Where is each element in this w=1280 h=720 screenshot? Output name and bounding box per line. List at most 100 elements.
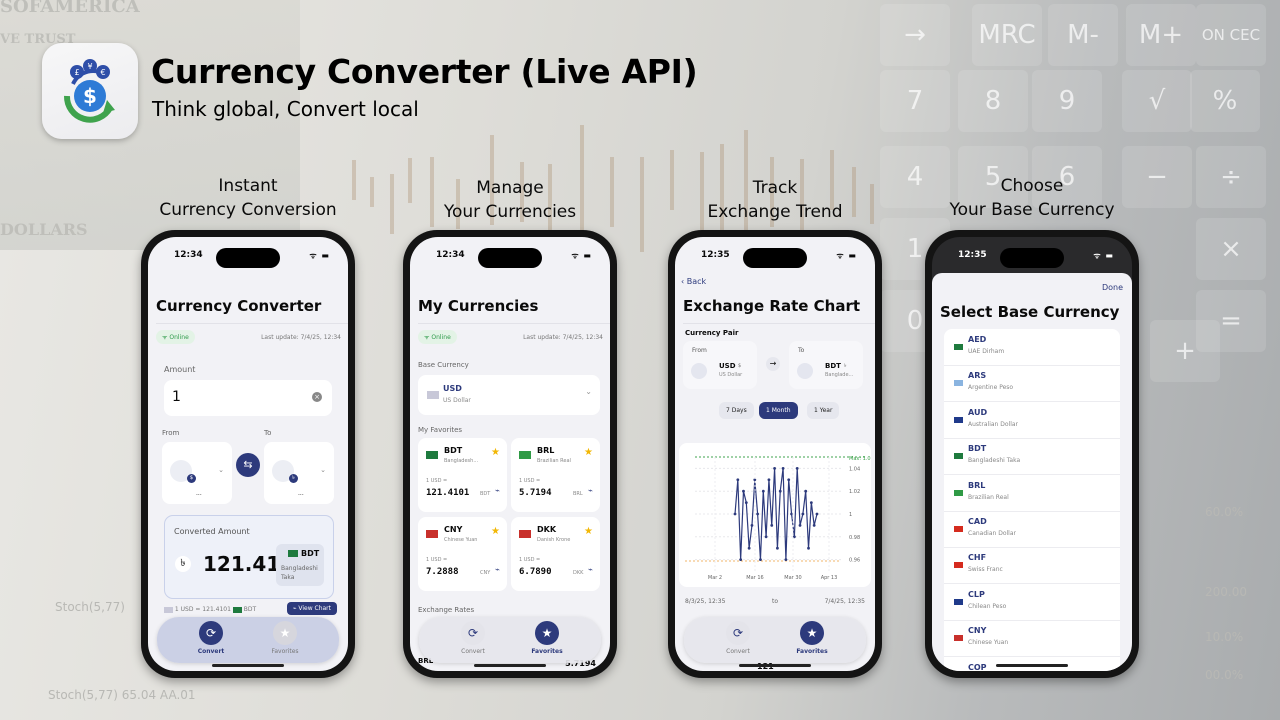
data-point bbox=[764, 535, 768, 539]
status-icons: ᯤ ▬ bbox=[836, 251, 857, 260]
to-currency-picker[interactable]: ৳ ... ⌄ bbox=[264, 442, 334, 504]
dynamic-island bbox=[478, 248, 542, 268]
from-currency-picker[interactable]: $ ... ⌄ bbox=[162, 442, 232, 504]
currency-row[interactable]: CNY Chinese Yuan bbox=[944, 620, 1120, 658]
caption-line: Your Base Currency bbox=[949, 200, 1115, 220]
calculator-key: 7 bbox=[880, 70, 950, 132]
data-point bbox=[733, 512, 737, 516]
base-currency-selector[interactable]: USD US Dollar ⌄ bbox=[418, 375, 600, 415]
currency-row[interactable]: CHF Swiss Franc bbox=[944, 547, 1120, 585]
currency-code: CAD bbox=[968, 517, 987, 526]
from-currency-box[interactable]: From USD $ US Dollar bbox=[683, 341, 757, 389]
tab-favorites[interactable]: ★ Favorites bbox=[782, 621, 842, 655]
brl-flag-icon bbox=[519, 451, 531, 459]
fav-rate-label: 1 USD = bbox=[426, 478, 448, 484]
data-point bbox=[781, 467, 785, 470]
currency-row[interactable]: BDT Bangladeshi Taka bbox=[944, 438, 1120, 476]
currency-name: Brazilian Real bbox=[968, 493, 1009, 501]
to-currency-box[interactable]: To BDT ৳ Banglade... bbox=[789, 341, 863, 389]
tab-convert[interactable]: ⟳ Convert bbox=[443, 621, 503, 655]
data-point bbox=[736, 478, 740, 482]
fav-name: Bangladesh... bbox=[444, 458, 479, 464]
range-button[interactable]: 1 Month bbox=[759, 402, 798, 419]
to-code: BDT bbox=[825, 362, 841, 370]
data-point bbox=[809, 501, 813, 504]
tab-favorites[interactable]: ★ Favorites bbox=[255, 621, 315, 655]
view-chart-button[interactable]: ⌁ View Chart bbox=[286, 602, 337, 615]
fav-code: CNY bbox=[444, 525, 463, 534]
exchange-rates-label: Exchange Rates bbox=[418, 606, 475, 614]
caption-line: Exchange Trend bbox=[707, 202, 843, 222]
converted-amount-card: Converted Amount ৳ 121.41 BDT Bangladesh… bbox=[164, 515, 334, 599]
currency-code: COP bbox=[968, 662, 987, 671]
data-point bbox=[778, 489, 782, 493]
star-icon[interactable]: ★ bbox=[491, 447, 500, 458]
favorite-card[interactable]: DKK Danish Krone ★ 1 USD = 6.7890 DKK ⌁ bbox=[511, 517, 600, 591]
rate-line: 1 USD = 121.4101 BDT bbox=[164, 606, 256, 613]
currency-code: ARS bbox=[968, 371, 987, 381]
currency-row[interactable]: AED UAE Dirham bbox=[944, 329, 1120, 366]
fav-unit: BRL bbox=[573, 491, 583, 497]
currency-row[interactable]: CAD Canadian Dollar bbox=[944, 511, 1120, 548]
currency-row[interactable]: AUD Australian Dollar bbox=[944, 402, 1120, 439]
bg-number: 00.0% bbox=[1205, 668, 1244, 682]
data-point bbox=[815, 512, 819, 516]
chart-icon[interactable]: ⌁ bbox=[588, 486, 593, 495]
tab-favorites[interactable]: ★ Favorites bbox=[517, 621, 577, 655]
currency-row[interactable]: BRL Brazilian Real bbox=[944, 475, 1120, 512]
currency-row[interactable]: CLP Chilean Peso bbox=[944, 584, 1120, 621]
currency-code: AED bbox=[968, 335, 987, 344]
star-icon[interactable]: ★ bbox=[584, 447, 593, 458]
tab-convert[interactable]: ⟳ Convert bbox=[181, 621, 241, 655]
range-button[interactable]: 1 Year bbox=[807, 402, 840, 419]
clp-flag-icon bbox=[954, 598, 963, 605]
caption-line: Your Currencies bbox=[443, 202, 577, 222]
last-update: Last update: 7/4/25, 12:34 bbox=[261, 334, 341, 341]
done-button[interactable]: Done bbox=[1102, 283, 1123, 292]
favorite-card[interactable]: CNY Chinese Yuan ★ 1 USD = 7.2888 CNY ⌁ bbox=[418, 517, 507, 591]
phone-exchange-chart: 12:35 ᯤ ▬ ‹ Back Exchange Rate Chart Cur… bbox=[668, 230, 882, 678]
date-to: 7/4/25, 12:35 bbox=[824, 598, 865, 605]
favorite-card[interactable]: BDT Bangladesh... ★ 1 USD = 121.4101 BDT ⌁ bbox=[418, 438, 507, 512]
tab-convert[interactable]: ⟳ Convert bbox=[708, 621, 768, 655]
favorite-card[interactable]: BRL Brazilian Real ★ 1 USD = 5.7194 BRL ⌁ bbox=[511, 438, 600, 512]
clear-icon[interactable]: × bbox=[312, 392, 322, 402]
x-tick-label: Mar 2 bbox=[708, 575, 722, 581]
phone-select-base: 12:35 ᯤ ▬ Done Select Base Currency AED U… bbox=[925, 230, 1139, 678]
amount-input[interactable]: 1 × bbox=[164, 380, 332, 416]
caption-1: Instant Currency Conversion bbox=[118, 174, 378, 222]
chart-icon[interactable]: ⌁ bbox=[495, 486, 500, 495]
back-button[interactable]: ‹ Back bbox=[681, 277, 706, 286]
bg-number: 60.0% bbox=[1205, 505, 1244, 519]
calculator-key: 9 bbox=[1032, 70, 1102, 132]
range-button[interactable]: 7 Days bbox=[719, 402, 754, 419]
bdt-flag-icon bbox=[954, 453, 963, 460]
date-from: 8/3/25, 12:35 bbox=[685, 598, 726, 605]
star-icon[interactable]: ★ bbox=[491, 526, 500, 537]
chart-icon[interactable]: ⌁ bbox=[495, 565, 500, 574]
tab-label: Favorites bbox=[271, 648, 299, 655]
fav-code: DKK bbox=[537, 525, 557, 534]
phone-screen: 12:35 ᯤ ▬ Done Select Base Currency AED U… bbox=[932, 237, 1132, 671]
status-icons: ᯤ ▬ bbox=[1093, 251, 1114, 260]
fav-unit: BDT bbox=[480, 491, 491, 497]
star-icon[interactable]: ★ bbox=[584, 526, 593, 537]
calculator-key: × bbox=[1196, 218, 1266, 280]
data-point bbox=[795, 467, 799, 470]
calculator-key: ON CEC bbox=[1196, 4, 1266, 66]
us-flag-icon bbox=[427, 391, 439, 399]
status-time: 12:35 bbox=[958, 250, 987, 260]
to-symbol: ৳ bbox=[844, 363, 847, 369]
from-symbol: $ bbox=[738, 363, 742, 369]
base-currency-label: Base Currency bbox=[418, 361, 469, 369]
note-text: SOFAMERICA bbox=[0, 0, 140, 17]
calculator-key: M+ bbox=[1126, 4, 1196, 66]
fav-rate-label: 1 USD = bbox=[519, 557, 541, 563]
taka-icon: ৳ bbox=[175, 556, 191, 572]
chart-icon[interactable]: ⌁ bbox=[588, 565, 593, 574]
amount-value: 1 bbox=[172, 389, 181, 405]
currency-row[interactable]: ARS Argentine Peso bbox=[944, 365, 1120, 403]
currency-name: Australian Dollar bbox=[968, 420, 1019, 428]
swap-button[interactable]: ⇆ bbox=[236, 453, 260, 477]
caption-4: Choose Your Base Currency bbox=[902, 174, 1162, 222]
